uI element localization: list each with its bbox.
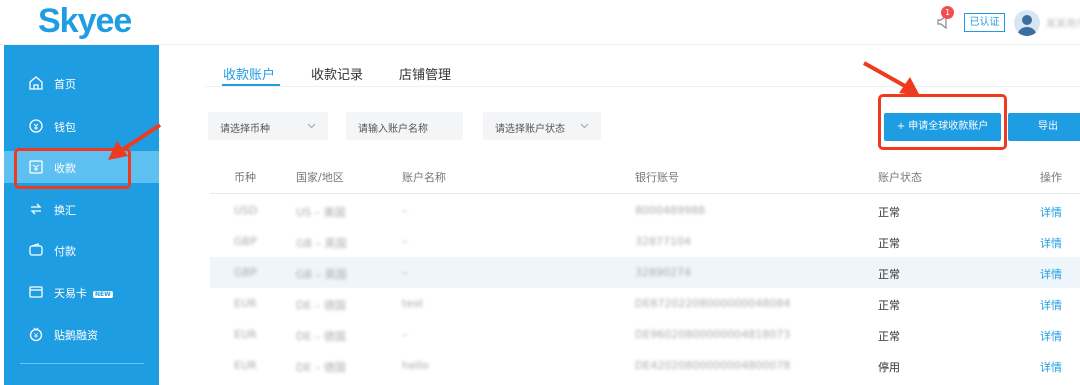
arrowhead-icon [108, 141, 128, 160]
annotation-arrows [108, 61, 920, 160]
annotation-arrow-sidebar [120, 123, 162, 152]
annotation-arrow-apply [863, 61, 906, 88]
app-root: Skyee 1 已认证 某某用户 首页 钱包 [0, 0, 1080, 385]
